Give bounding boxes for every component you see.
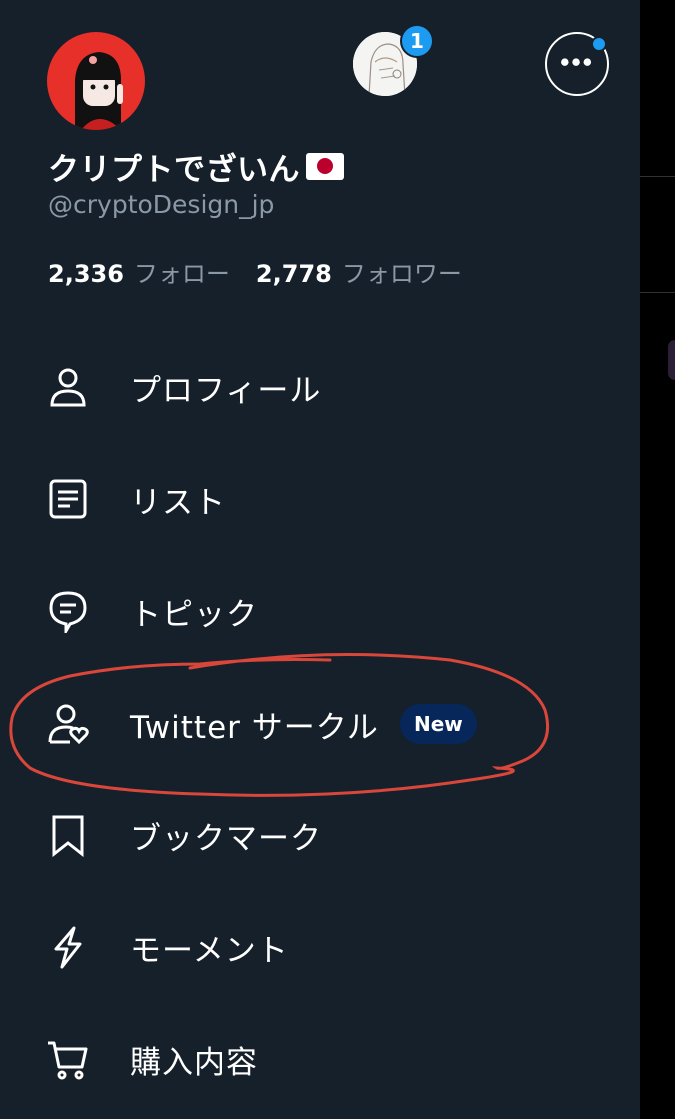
follow-stats: 2,336 フォロー 2,778 フォロワー — [48, 254, 462, 289]
display-name-text: クリプトでざいん — [48, 151, 300, 188]
following-link[interactable]: 2,336 フォロー — [48, 254, 230, 289]
bookmark-icon — [44, 811, 92, 859]
lightning-icon — [44, 923, 92, 971]
navigation-drawer: 1 クリプトでざいん @cryptoDesign_jp 2,336 フォロー 2,… — [0, 0, 640, 1119]
unread-indicator-dot — [591, 36, 607, 52]
display-name[interactable]: クリプトでざいん — [48, 146, 344, 188]
new-badge: New — [400, 704, 477, 744]
menu-label: 購入内容 — [130, 1044, 258, 1081]
user-handle: @cryptoDesign_jp — [48, 190, 275, 219]
followers-count: 2,778 — [255, 260, 332, 288]
menu-item-lists[interactable]: リスト — [0, 454, 640, 544]
circle-icon — [44, 700, 92, 748]
menu-item-moments[interactable]: モーメント — [0, 902, 640, 992]
following-label: フォロー — [133, 260, 230, 288]
list-icon — [44, 475, 92, 523]
menu-label: プロフィール — [130, 372, 322, 409]
notification-count-badge: 1 — [400, 24, 434, 58]
followers-link[interactable]: 2,778 フォロワー — [256, 254, 462, 289]
followers-label: フォロワー — [341, 260, 462, 288]
topic-icon — [44, 587, 92, 635]
menu-item-bookmarks[interactable]: ブックマーク — [0, 790, 640, 880]
menu-label: Twitter サークル — [130, 709, 379, 746]
menu-item-profile[interactable]: プロフィール — [0, 342, 640, 432]
avatar[interactable] — [47, 32, 145, 130]
menu-item-purchases[interactable]: 購入内容 — [0, 1014, 640, 1104]
menu-item-twitter-circle[interactable]: Twitter サークル New — [0, 679, 640, 769]
menu-label: ブックマーク — [130, 820, 322, 857]
following-count: 2,336 — [48, 260, 124, 288]
menu-label: モーメント — [130, 932, 289, 969]
person-icon — [44, 363, 92, 411]
japan-flag-icon — [306, 152, 344, 180]
menu-item-topics[interactable]: トピック — [0, 566, 640, 656]
cart-icon — [44, 1035, 92, 1083]
menu-label: トピック — [130, 596, 258, 633]
menu-label: リスト — [130, 484, 226, 521]
timeline-edge — [640, 0, 675, 1119]
